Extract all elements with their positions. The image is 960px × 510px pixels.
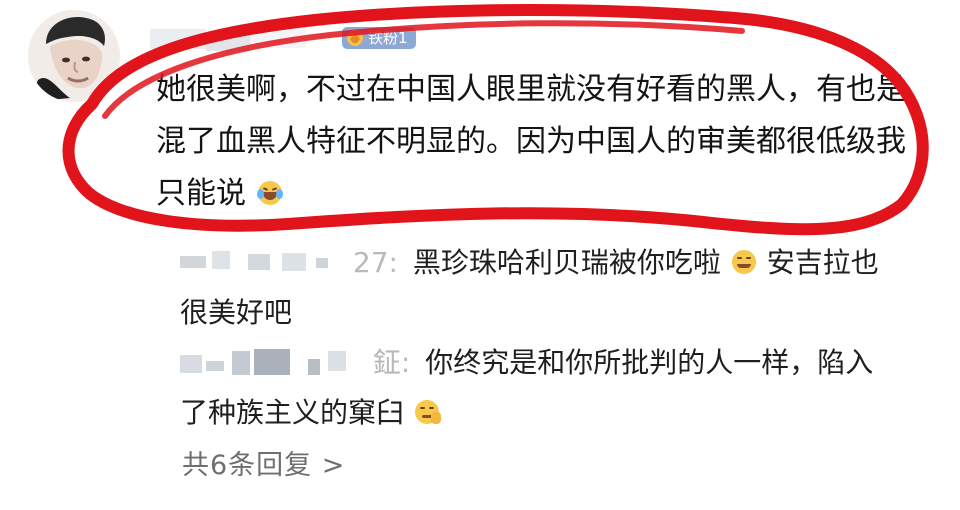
reply-author-tail: 鉦: bbox=[372, 346, 411, 379]
avatar-illustration bbox=[28, 10, 120, 102]
reply-item[interactable]: 27: 黑珍珠哈利贝瑞被你吃啦 安吉拉也很美好吧 bbox=[180, 238, 900, 338]
fan-badge-icon bbox=[346, 29, 364, 47]
reply-author-redacted bbox=[180, 249, 340, 275]
reply-author-redacted bbox=[180, 349, 360, 375]
thinking-emoji bbox=[414, 400, 441, 424]
view-more-replies-link[interactable]: 共6条回复 > bbox=[182, 443, 345, 482]
smirking-emoji bbox=[731, 250, 756, 274]
reply-text: 黑珍珠哈利贝瑞被你吃啦 bbox=[412, 246, 721, 279]
reply-item[interactable]: 鉦: 你终究是和你所批判的人一样，陷入了种族主义的窠臼 bbox=[180, 338, 900, 438]
user-avatar[interactable] bbox=[28, 10, 120, 102]
laughing-with-tears-emoji bbox=[256, 181, 283, 205]
fan-badge-label: 铁粉1 bbox=[368, 29, 408, 47]
main-comment: 她很美啊，不过在中国人眼里就没有好看的黑人，有也是混了血黑人特征不明显的。因为中… bbox=[156, 64, 916, 220]
reply-author-tail: 27: bbox=[352, 246, 398, 279]
fan-level-badge: 铁粉1 bbox=[342, 27, 416, 49]
